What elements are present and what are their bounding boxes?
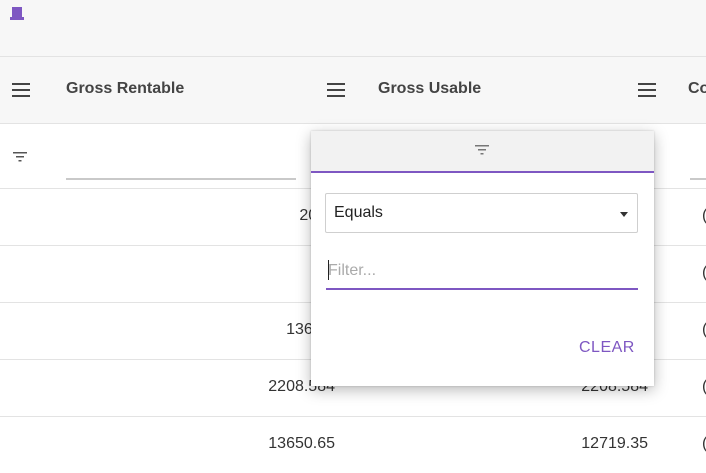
cell-next-clipped: ( — [702, 207, 706, 225]
cell-next-clipped: ( — [702, 264, 706, 282]
checkbox-icon[interactable] — [10, 6, 24, 20]
column-header-gross-rentable[interactable]: Gross Rentable — [66, 80, 184, 98]
filter-icon — [475, 145, 489, 155]
column-header-gross-usable[interactable]: Gross Usable — [378, 80, 481, 98]
column-menu-icon[interactable] — [638, 83, 656, 97]
cell-next-clipped: ( — [702, 435, 706, 453]
filter-icon[interactable] — [13, 152, 27, 162]
column-filter-popup: Equals CLEAR — [311, 131, 654, 386]
cell-gross-usable: 12719.35 — [581, 435, 648, 452]
text-cursor — [328, 260, 329, 280]
column-menu-icon[interactable] — [12, 83, 30, 97]
floating-filter-input-next[interactable] — [690, 178, 706, 180]
column-menu-icon[interactable] — [327, 83, 345, 97]
cell-gross-rentable: 13650.65 — [268, 435, 335, 452]
cell-next-clipped: ( — [702, 321, 706, 339]
toolbar-band — [0, 0, 706, 57]
filter-operator-select[interactable]: Equals — [325, 193, 638, 233]
clear-button[interactable]: CLEAR — [579, 339, 635, 357]
floating-filter-input-gross-rentable[interactable] — [66, 178, 296, 180]
filter-operator-value: Equals — [334, 204, 383, 221]
column-header-next-clipped[interactable]: Co — [688, 80, 706, 98]
filter-text-input[interactable] — [326, 254, 638, 290]
cell-next-clipped: ( — [702, 378, 706, 396]
chevron-down-icon — [620, 212, 628, 217]
filter-popup-header-tab[interactable] — [311, 131, 654, 173]
